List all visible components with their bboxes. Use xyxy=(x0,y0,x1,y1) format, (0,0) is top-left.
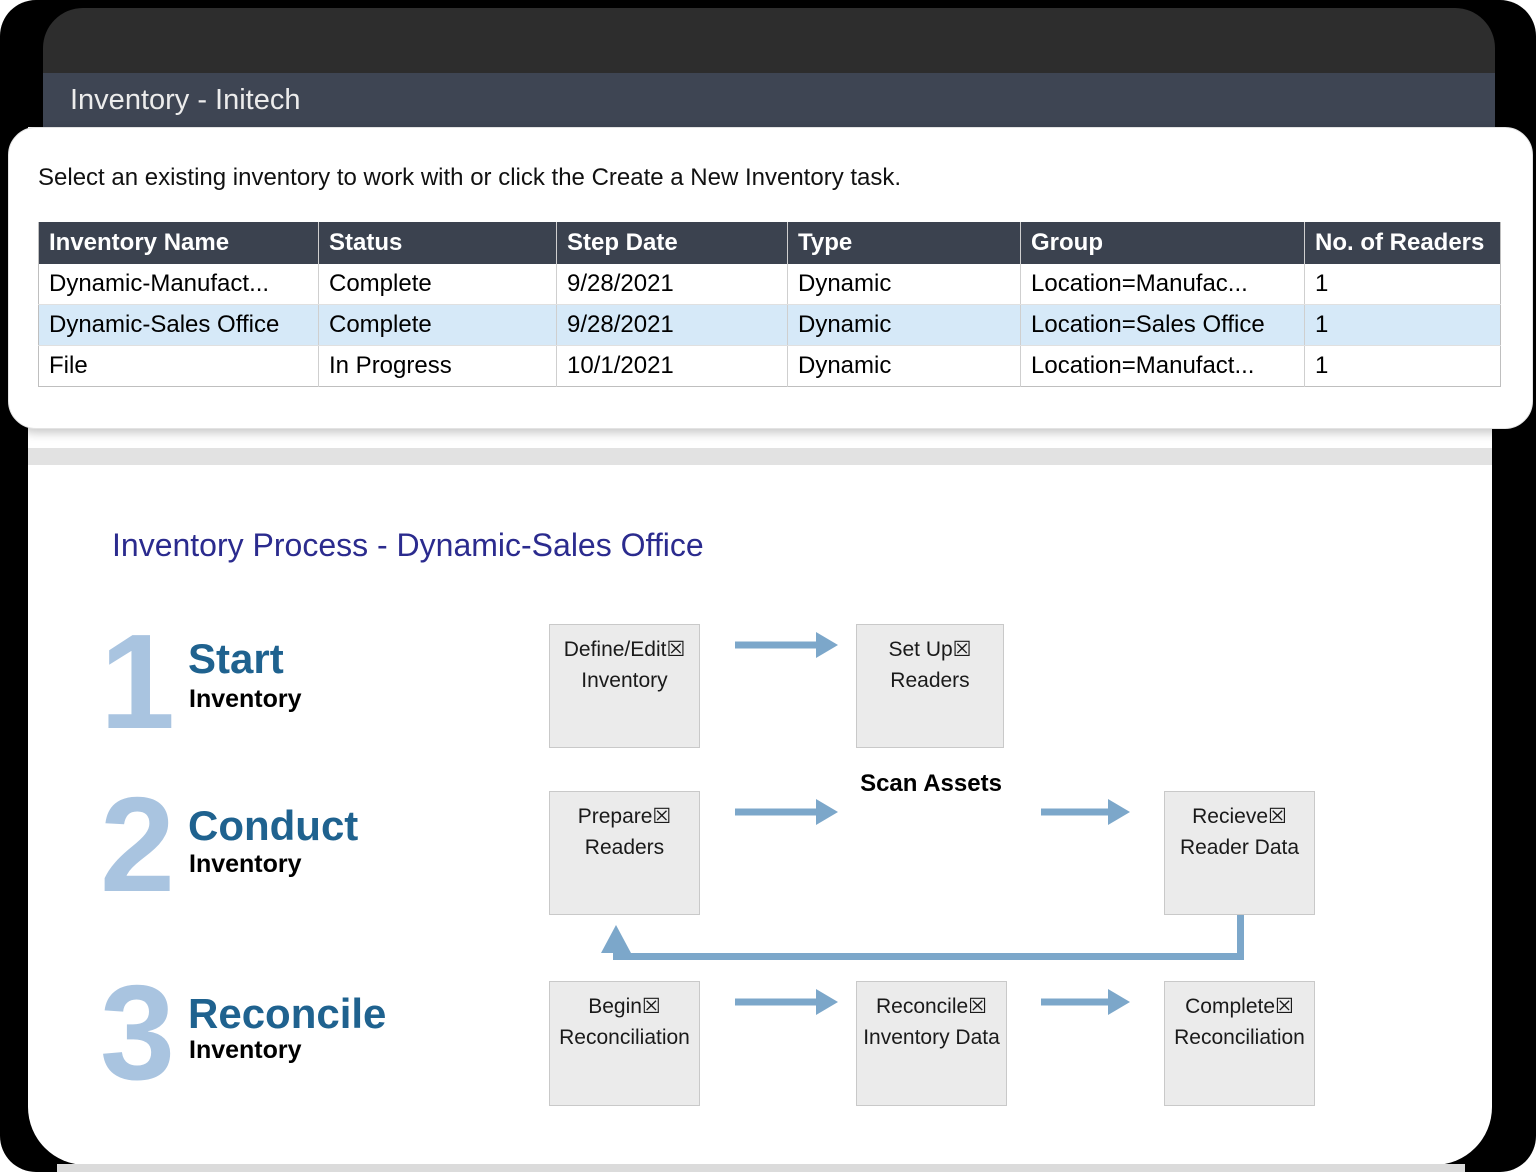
flow-box-line: Readers xyxy=(550,832,699,863)
cell-inventory-name[interactable]: Dynamic-Sales Office xyxy=(39,305,319,346)
cell-status[interactable]: Complete xyxy=(319,305,557,346)
loop-arrow-up-head xyxy=(601,925,631,953)
flow-box-line: Begin☒ xyxy=(550,991,699,1022)
step-2-number: 2 xyxy=(95,777,180,912)
flow-arrow-right xyxy=(1041,799,1130,825)
column-header-status: Status xyxy=(319,222,557,264)
app-window-header: Inventory - Initech xyxy=(43,8,1495,127)
flow-box-line: Complete☒ xyxy=(1165,991,1314,1022)
flow-box-prepare-readers: Prepare☒ Readers xyxy=(549,791,700,915)
cell-inventory-name[interactable]: File xyxy=(39,346,319,387)
column-header-group: Group xyxy=(1021,222,1305,264)
flow-box-line: Prepare☒ xyxy=(550,801,699,832)
flow-box-line: Reconciliation xyxy=(1165,1022,1314,1053)
cell-inventory-name[interactable]: Dynamic-Manufact... xyxy=(39,264,319,305)
step-3-name: Reconcile xyxy=(188,993,386,1035)
flow-box-line: Define/Edit☒ xyxy=(550,634,699,665)
step-3-subtitle: Inventory xyxy=(189,1038,302,1063)
cell-group[interactable]: Location=Sales Office xyxy=(1021,305,1305,346)
step-2-subtitle: Inventory xyxy=(189,852,302,877)
flow-arrow-right xyxy=(735,799,838,825)
cell-group[interactable]: Location=Manufac... xyxy=(1021,264,1305,305)
cell-step-date[interactable]: 9/28/2021 xyxy=(557,305,788,346)
cell-readers[interactable]: 1 xyxy=(1305,264,1501,305)
flow-arrow-right xyxy=(735,632,838,658)
instruction-text: Select an existing inventory to work wit… xyxy=(38,164,901,192)
cell-step-date[interactable]: 10/1/2021 xyxy=(557,346,788,387)
cell-status[interactable]: Complete xyxy=(319,264,557,305)
flow-box-line: Inventory Data xyxy=(857,1022,1006,1053)
step-1-subtitle: Inventory xyxy=(189,687,302,712)
inventory-list-panel: Select an existing inventory to work wit… xyxy=(8,127,1533,429)
window-title: Inventory - Initech xyxy=(43,84,301,117)
step-2-name: Conduct xyxy=(188,805,358,847)
window-titlebar: Inventory - Initech xyxy=(43,73,1495,127)
cell-type[interactable]: Dynamic xyxy=(788,264,1021,305)
flow-arrow-right xyxy=(1041,989,1130,1015)
step-3-number: 3 xyxy=(95,965,180,1100)
flow-box-line: Reconciliation xyxy=(550,1022,699,1053)
inventory-table: Inventory Name Status Step Date Type Gro… xyxy=(38,222,1501,387)
step-1-number: 1 xyxy=(95,614,180,749)
panel-divider xyxy=(28,448,1492,465)
cell-type[interactable]: Dynamic xyxy=(788,305,1021,346)
column-header-step-date: Step Date xyxy=(557,222,788,264)
cell-readers[interactable]: 1 xyxy=(1305,346,1501,387)
step-1-name: Start xyxy=(188,638,284,680)
horizontal-scrollbar[interactable] xyxy=(57,1164,1465,1172)
flow-box-set-up-readers: Set Up☒ Readers xyxy=(856,624,1004,748)
column-header-no-of-readers: No. of Readers xyxy=(1305,222,1501,264)
inventory-row-selected[interactable]: Dynamic-Sales Office Complete 9/28/2021 … xyxy=(39,305,1501,346)
flow-box-reconcile-inventory-data: Reconcile☒ Inventory Data xyxy=(856,981,1007,1106)
flow-box-define-edit-inventory: Define/Edit☒ Inventory xyxy=(549,624,700,748)
cell-group[interactable]: Location=Manufact... xyxy=(1021,346,1305,387)
flow-box-line: Reconcile☒ xyxy=(857,991,1006,1022)
cell-step-date[interactable]: 9/28/2021 xyxy=(557,264,788,305)
scan-assets-label: Scan Assets xyxy=(856,770,1006,798)
flow-box-complete-reconciliation: Complete☒ Reconciliation xyxy=(1164,981,1315,1106)
inventory-row[interactable]: Dynamic-Manufact... Complete 9/28/2021 D… xyxy=(39,264,1501,305)
flow-box-begin-reconciliation: Begin☒ Reconciliation xyxy=(549,981,700,1106)
flow-arrow-right xyxy=(735,989,838,1015)
flow-box-line: Recieve☒ xyxy=(1165,801,1314,832)
inventory-row[interactable]: File In Progress 10/1/2021 Dynamic Locat… xyxy=(39,346,1501,387)
column-header-inventory-name: Inventory Name xyxy=(39,222,319,264)
flow-box-line: Readers xyxy=(857,665,1003,696)
screenshot-canvas: Inventory - Initech Select an existing i… xyxy=(0,0,1536,1172)
cell-status[interactable]: In Progress xyxy=(319,346,557,387)
process-title: Inventory Process - Dynamic-Sales Office xyxy=(112,527,704,564)
column-header-type: Type xyxy=(788,222,1021,264)
flow-box-receive-reader-data: Recieve☒ Reader Data xyxy=(1164,791,1315,915)
flow-box-line: Set Up☒ xyxy=(857,634,1003,665)
flow-box-line: Inventory xyxy=(550,665,699,696)
cell-readers[interactable]: 1 xyxy=(1305,305,1501,346)
loop-arrow-segment xyxy=(613,953,1244,960)
cell-type[interactable]: Dynamic xyxy=(788,346,1021,387)
table-header-row: Inventory Name Status Step Date Type Gro… xyxy=(39,222,1501,264)
flow-box-line: Reader Data xyxy=(1165,832,1314,863)
